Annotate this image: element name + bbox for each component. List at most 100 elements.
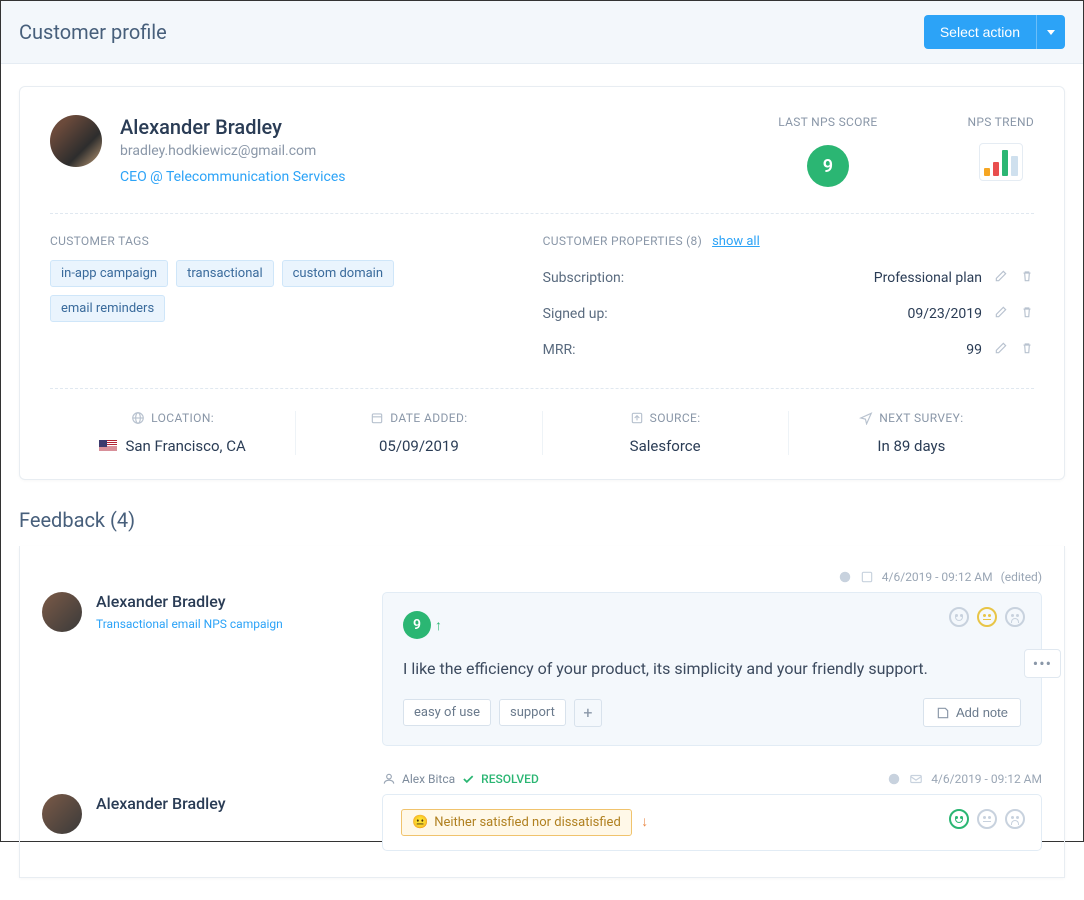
send-icon bbox=[859, 411, 873, 425]
info-icon[interactable] bbox=[838, 570, 852, 584]
feedback-item: Alexander Bradley Transactional email NP… bbox=[42, 592, 1042, 746]
date-added-label: DATE ADDED: bbox=[390, 411, 467, 425]
customer-role[interactable]: CEO @ Telecommunication Services bbox=[120, 169, 345, 185]
calendar-icon bbox=[370, 411, 384, 425]
properties-section: CUSTOMER PROPERTIES (8) show all Subscri… bbox=[543, 234, 1034, 368]
properties-label: CUSTOMER PROPERTIES (8) bbox=[543, 234, 702, 248]
property-key: Subscription: bbox=[543, 270, 625, 286]
feedback-text: I like the efficiency of your product, i… bbox=[403, 659, 1021, 678]
nps-trend-label: NPS TREND bbox=[967, 115, 1034, 129]
next-survey-label: NEXT SURVEY: bbox=[879, 411, 963, 425]
meta-location: LOCATION: San Francisco, CA bbox=[50, 411, 296, 455]
feedback-card: 4/6/2019 - 09:12 AM (edited) Alexander B… bbox=[19, 546, 1065, 878]
tags-label: CUSTOMER TAGS bbox=[50, 234, 503, 248]
happy-face-icon[interactable] bbox=[949, 607, 969, 627]
last-nps-label: LAST NPS SCORE bbox=[778, 115, 877, 129]
nps-trend-chart bbox=[979, 143, 1023, 181]
feedback-item: Alexander Bradley 😐 Neither satisfied no… bbox=[42, 794, 1042, 851]
property-value: 99 bbox=[966, 342, 982, 358]
user-icon bbox=[382, 772, 396, 786]
add-tag-button[interactable]: + bbox=[574, 699, 602, 727]
feedback-section-title: Feedback (4) bbox=[19, 508, 1065, 532]
meta-source: SOURCE: Salesforce bbox=[543, 411, 789, 455]
globe-icon bbox=[131, 411, 145, 425]
sad-face-icon[interactable] bbox=[1005, 809, 1025, 829]
select-action-button[interactable]: Select action bbox=[924, 15, 1036, 49]
customer-tag[interactable]: transactional bbox=[176, 260, 273, 287]
happy-face-icon[interactable] bbox=[949, 809, 969, 829]
property-value: 09/23/2019 bbox=[908, 306, 983, 322]
feedback-meta: 4/6/2019 - 09:12 AM (edited) bbox=[42, 570, 1042, 584]
select-action-caret[interactable] bbox=[1036, 15, 1065, 49]
edit-icon[interactable] bbox=[994, 269, 1008, 287]
meta-date-added: DATE ADDED: 05/09/2019 bbox=[296, 411, 542, 455]
property-key: Signed up: bbox=[543, 306, 608, 322]
trend-up-icon: ↑ bbox=[435, 617, 442, 634]
feedback-assignment-line: Alex Bitca RESOLVED 4/6/2019 - 09:12 AM bbox=[42, 772, 1042, 786]
sentiment-faces bbox=[949, 809, 1025, 829]
trash-icon[interactable] bbox=[1020, 269, 1034, 287]
customer-tag[interactable]: in-app campaign bbox=[50, 260, 168, 287]
meta-next-survey: NEXT SURVEY: In 89 days bbox=[789, 411, 1034, 455]
sentiment-faces bbox=[949, 607, 1025, 627]
show-all-link[interactable]: show all bbox=[712, 234, 760, 249]
customer-tag[interactable]: email reminders bbox=[50, 295, 165, 322]
feedback-campaign[interactable]: Transactional email NPS campaign bbox=[96, 617, 283, 631]
feedback-author: Alexander Bradley bbox=[96, 794, 226, 813]
neutral-face-icon[interactable] bbox=[977, 607, 997, 627]
feedback-body: 😐 Neither satisfied nor dissatisfied ↓ bbox=[382, 794, 1042, 851]
avatar bbox=[42, 794, 82, 834]
mail-icon bbox=[909, 772, 923, 786]
feedback-body: 9 ↑ I like the efficiency of your produc… bbox=[382, 592, 1042, 746]
customer-tag[interactable]: custom domain bbox=[282, 260, 394, 287]
trend-bar bbox=[1011, 156, 1017, 176]
property-row: Signed up: 09/23/2019 bbox=[543, 296, 1034, 332]
tags-section: CUSTOMER TAGS in-app campaign transaction… bbox=[50, 234, 503, 368]
select-action-group: Select action bbox=[924, 15, 1065, 49]
avatar bbox=[50, 115, 102, 167]
trash-icon[interactable] bbox=[1020, 305, 1034, 323]
add-note-button[interactable]: Add note bbox=[923, 698, 1021, 727]
feedback-author-block: Alexander Bradley bbox=[42, 794, 362, 851]
customer-email: bradley.hodkiewicz@gmail.com bbox=[120, 143, 345, 159]
more-options-button[interactable]: ••• bbox=[1024, 649, 1061, 678]
profile-top: Alexander Bradley bradley.hodkiewicz@gma… bbox=[50, 115, 1034, 187]
profile-card: Alexander Bradley bradley.hodkiewicz@gma… bbox=[19, 86, 1065, 480]
property-row: MRR: 99 bbox=[543, 332, 1034, 368]
tags-list: in-app campaign transactional custom domai… bbox=[50, 260, 503, 322]
satisfaction-chip: 😐 Neither satisfied nor dissatisfied bbox=[401, 809, 632, 836]
header-bar: Customer profile Select action bbox=[1, 1, 1083, 64]
source-label: SOURCE: bbox=[650, 411, 701, 425]
trash-icon[interactable] bbox=[1020, 341, 1034, 359]
chevron-down-icon bbox=[1047, 30, 1055, 35]
page-title: Customer profile bbox=[19, 20, 167, 44]
us-flag-icon bbox=[99, 440, 117, 452]
feedback-author: Alexander Bradley bbox=[96, 592, 283, 611]
upload-icon bbox=[630, 411, 644, 425]
avatar bbox=[42, 592, 82, 632]
location-value: San Francisco, CA bbox=[125, 437, 245, 455]
assignee-name: Alex Bitca bbox=[402, 772, 455, 786]
neutral-face-icon[interactable] bbox=[977, 809, 997, 829]
date-added-value: 05/09/2019 bbox=[379, 437, 459, 455]
feedback-tag[interactable]: easy of use bbox=[403, 699, 491, 726]
feedback-author-block: Alexander Bradley Transactional email NP… bbox=[42, 592, 362, 746]
property-row: Subscription: Professional plan bbox=[543, 260, 1034, 296]
trend-bar bbox=[984, 168, 990, 176]
feedback-tag[interactable]: support bbox=[499, 699, 566, 726]
sad-face-icon[interactable] bbox=[1005, 607, 1025, 627]
survey-type-icon bbox=[860, 570, 874, 584]
property-key: MRR: bbox=[543, 342, 576, 358]
properties-list: Subscription: Professional plan Signed u… bbox=[543, 260, 1034, 368]
feedback-nps-badge: 9 bbox=[403, 611, 431, 639]
edit-icon[interactable] bbox=[994, 305, 1008, 323]
check-icon bbox=[461, 772, 475, 786]
trend-down-icon: ↓ bbox=[641, 814, 648, 830]
nps-trend-stat: NPS TREND bbox=[967, 115, 1034, 187]
next-survey-value: In 89 days bbox=[877, 437, 945, 455]
edit-icon[interactable] bbox=[994, 341, 1008, 359]
feedback-timestamp: 4/6/2019 - 09:12 AM bbox=[931, 772, 1042, 786]
content-area: Alexander Bradley bradley.hodkiewicz@gma… bbox=[1, 64, 1083, 900]
info-icon[interactable] bbox=[887, 772, 901, 786]
source-value: Salesforce bbox=[630, 437, 701, 455]
